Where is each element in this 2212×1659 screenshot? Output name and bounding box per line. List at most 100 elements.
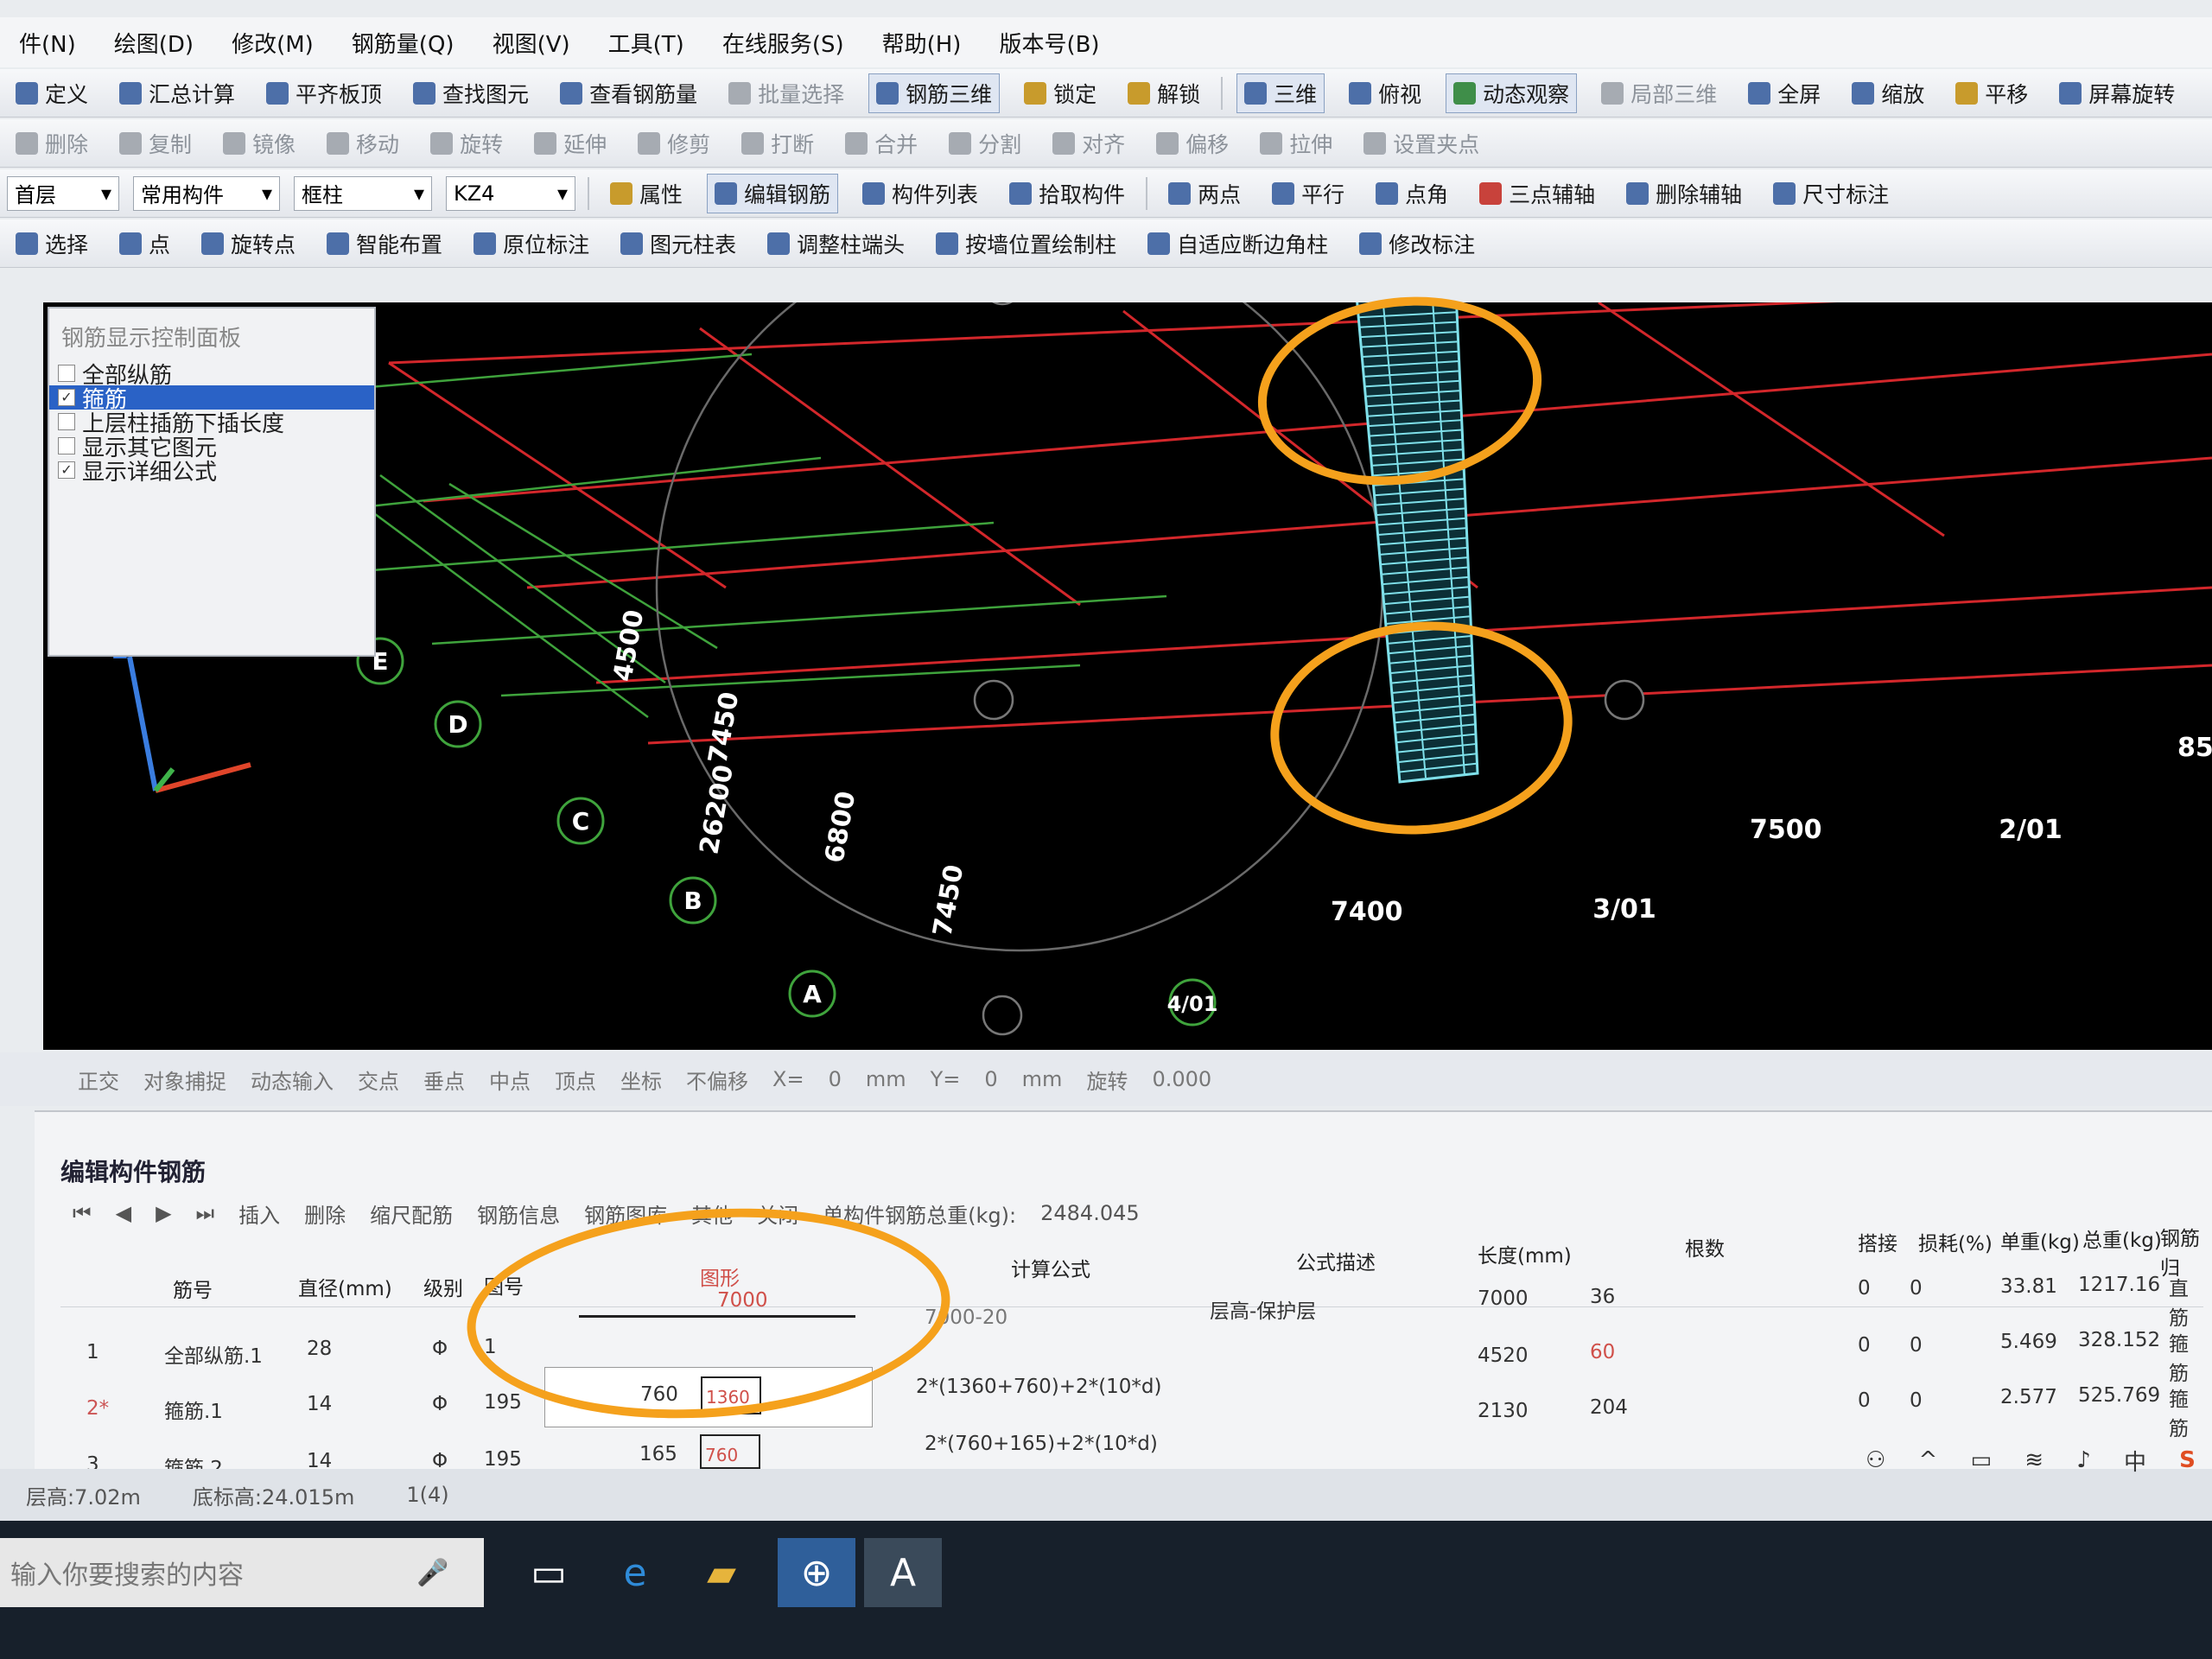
next-record-button[interactable]: ▶ — [156, 1201, 171, 1225]
y-input[interactable]: 0 — [984, 1067, 997, 1091]
calc-formula[interactable]: 2*(760+165)+2*(10*d) — [925, 1433, 1158, 1455]
rotate-checkbox[interactable]: 旋转 — [1086, 1065, 1128, 1095]
rotate-angle-input[interactable]: 0.000 — [1152, 1067, 1211, 1091]
battery-icon[interactable]: ▭ — [1971, 1447, 1993, 1473]
rebar-info-button[interactable]: 钢筋信息 — [477, 1198, 560, 1229]
orbit-handle[interactable] — [982, 264, 1023, 306]
dynamic-input-toggle[interactable]: 动态输入 — [251, 1065, 334, 1095]
break-button[interactable]: 打断 — [734, 124, 821, 162]
rotate-point-button[interactable]: 旋转点 — [194, 225, 302, 263]
intersection-snap[interactable]: 交点 — [358, 1065, 399, 1095]
people-icon[interactable]: ⚇ — [1866, 1447, 1885, 1473]
ortho-toggle[interactable]: 正交 — [78, 1065, 119, 1095]
microphone-icon[interactable]: 🎤 — [416, 1558, 448, 1588]
menu-tools[interactable]: 工具(T) — [608, 27, 684, 59]
component-list-button[interactable]: 构件列表 — [855, 175, 985, 213]
search-box[interactable]: 输入你要搜索的内容 🎤 — [0, 1538, 484, 1607]
delete-button[interactable]: 删除 — [9, 124, 95, 162]
view-3d-button[interactable]: 三维 — [1236, 73, 1325, 113]
prev-record-button[interactable]: ◀ — [116, 1201, 131, 1225]
rebar-count[interactable]: 60 — [1590, 1341, 1615, 1363]
batch-select-button[interactable]: 批量选择 — [721, 74, 851, 112]
midpoint-snap[interactable]: 中点 — [489, 1065, 531, 1095]
merge-button[interactable]: 合并 — [838, 124, 925, 162]
select-button[interactable]: 选择 — [9, 225, 95, 263]
align-button[interactable]: 对齐 — [1046, 124, 1132, 162]
unlock-button[interactable]: 解锁 — [1121, 74, 1207, 112]
ime-indicator[interactable]: 中 — [2124, 1445, 2146, 1477]
adjust-column-end-button[interactable]: 调整柱端头 — [760, 225, 912, 263]
draw-by-wall-button[interactable]: 按墙位置绘制柱 — [929, 225, 1123, 263]
edge-browser-icon[interactable]: e — [596, 1538, 674, 1607]
offset-mode-select[interactable]: 不偏移 — [686, 1065, 748, 1095]
properties-button[interactable]: 属性 — [603, 175, 690, 213]
zoom-button[interactable]: 缩放 — [1845, 74, 1931, 112]
column-table-button[interactable]: 图元柱表 — [613, 225, 743, 263]
align-slab-top-button[interactable]: 平齐板顶 — [259, 74, 389, 112]
split-button[interactable]: 分割 — [942, 124, 1028, 162]
in-place-annotation-button[interactable]: 原位标注 — [467, 225, 596, 263]
find-element-button[interactable]: 查找图元 — [406, 74, 536, 112]
sogou-ime-icon[interactable]: S — [2179, 1447, 2196, 1473]
checkbox[interactable] — [58, 413, 75, 430]
menu-view[interactable]: 视图(V) — [493, 27, 570, 59]
rebar-3d-button[interactable]: 钢筋三维 — [868, 73, 1001, 113]
checkbox[interactable]: ✓ — [58, 461, 75, 479]
menu-help[interactable]: 帮助(H) — [882, 27, 962, 59]
pan-button[interactable]: 平移 — [1948, 74, 2035, 112]
orbit-handle[interactable] — [973, 679, 1014, 721]
rebar-count[interactable]: 36 — [1590, 1286, 1615, 1308]
parallel-button[interactable]: 平行 — [1265, 175, 1351, 213]
vertex-snap[interactable]: 顶点 — [555, 1065, 596, 1095]
menu-file[interactable]: 件(N) — [19, 27, 76, 59]
point-button[interactable]: 点 — [112, 225, 177, 263]
offset-button[interactable]: 偏移 — [1149, 124, 1236, 162]
menu-draw[interactable]: 绘图(D) — [114, 27, 194, 59]
coordinate-snap[interactable]: 坐标 — [620, 1065, 662, 1095]
smart-layout-button[interactable]: 智能布置 — [320, 225, 449, 263]
rebar-count[interactable]: 204 — [1590, 1396, 1628, 1419]
menu-version[interactable]: 版本号(B) — [999, 27, 1099, 59]
checkbox[interactable] — [58, 437, 75, 454]
type-select[interactable]: 框柱 ▾ — [294, 175, 432, 211]
view-rebar-qty-button[interactable]: 查看钢筋量 — [553, 74, 704, 112]
last-record-button[interactable]: ⏭ — [196, 1201, 215, 1225]
three-point-axis-button[interactable]: 三点辅轴 — [1472, 175, 1602, 213]
lock-button[interactable]: 锁定 — [1017, 74, 1103, 112]
screen-rotate-button[interactable]: 屏幕旋转 — [2052, 74, 2182, 112]
category-select[interactable]: 常用构件 ▾ — [133, 175, 280, 211]
set-grip-button[interactable]: 设置夹点 — [1357, 124, 1486, 162]
x-input[interactable]: 0 — [829, 1067, 842, 1091]
extend-button[interactable]: 延伸 — [527, 124, 613, 162]
point-angle-button[interactable]: 点角 — [1369, 175, 1455, 213]
modify-annotation-button[interactable]: 修改标注 — [1352, 225, 1482, 263]
menu-online[interactable]: 在线服务(S) — [722, 27, 844, 59]
define-button[interactable]: 定义 — [9, 74, 95, 112]
first-record-button[interactable]: ⏮ — [73, 1201, 92, 1225]
copy-button[interactable]: 复制 — [112, 124, 199, 162]
adaptive-corner-column-button[interactable]: 自适应断边角柱 — [1141, 225, 1335, 263]
volume-icon[interactable]: ♪ — [2076, 1447, 2091, 1473]
option-show-formula[interactable]: ✓ 显示详细公式 — [49, 458, 374, 486]
fullscreen-button[interactable]: 全屏 — [1741, 74, 1827, 112]
top-view-button[interactable]: 俯视 — [1342, 74, 1428, 112]
mirror-button[interactable]: 镜像 — [216, 124, 302, 162]
summary-calc-button[interactable]: 汇总计算 — [112, 74, 242, 112]
wifi-icon[interactable]: ≋ — [2024, 1447, 2044, 1473]
rotate-button[interactable]: 旋转 — [423, 124, 510, 162]
menu-rebar[interactable]: 钢筋量(Q) — [352, 27, 454, 59]
delete-row-button[interactable]: 删除 — [304, 1198, 346, 1229]
calc-formula[interactable]: 2*(1360+760)+2*(10*d) — [916, 1376, 1162, 1398]
file-explorer-icon[interactable]: ▰ — [683, 1538, 760, 1607]
stretch-button[interactable]: 拉伸 — [1253, 124, 1339, 162]
local-3d-button[interactable]: 局部三维 — [1594, 74, 1724, 112]
cad-app-icon[interactable]: A — [864, 1538, 942, 1607]
scale-rebar-button[interactable]: 缩尺配筋 — [370, 1198, 453, 1229]
glodon-app-icon[interactable]: ⊕ — [778, 1538, 855, 1607]
orbit-handle[interactable] — [982, 995, 1023, 1036]
object-snap-toggle[interactable]: 对象捕捉 — [143, 1065, 226, 1095]
checkbox[interactable] — [58, 365, 75, 382]
orbit-button[interactable]: 动态观察 — [1446, 73, 1578, 113]
pick-component-button[interactable]: 拾取构件 — [1002, 175, 1132, 213]
two-point-button[interactable]: 两点 — [1161, 175, 1248, 213]
